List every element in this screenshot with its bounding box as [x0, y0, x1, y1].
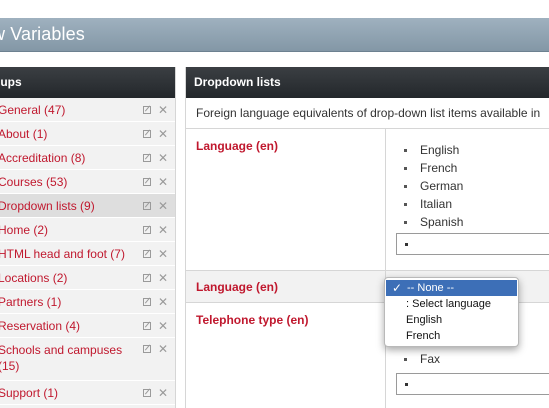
value-list: English French German Italian Spanish: [404, 141, 463, 231]
close-icon[interactable]: ✕: [158, 381, 168, 405]
panel-description: Foreign language equivalents of drop-dow…: [186, 98, 549, 129]
close-icon[interactable]: ✕: [158, 266, 168, 290]
edit-icon[interactable]: [143, 226, 151, 234]
list-item: German: [404, 177, 463, 195]
new-item-input[interactable]: [396, 233, 549, 255]
dropdown-option-label[interactable]: -- None --: [407, 282, 454, 294]
variables-panel-header: Dropdown lists: [186, 67, 549, 98]
close-icon[interactable]: ✕: [158, 290, 168, 314]
close-icon[interactable]: ✕: [158, 218, 168, 242]
groups-panel-title: oups: [0, 75, 22, 89]
group-item-schools-campuses[interactable]: Schools and campuses (15) ✕: [0, 338, 175, 381]
list-item: English: [404, 141, 463, 159]
variable-row-language: Language (en) English French German Ital…: [186, 129, 549, 271]
group-item-label[interactable]: About (1): [0, 122, 47, 146]
group-item-label[interactable]: General (47): [0, 98, 65, 122]
group-item-label[interactable]: Schools and campuses (15): [0, 342, 138, 374]
group-item-about[interactable]: About (1) ✕: [0, 122, 175, 146]
list-item: Spanish: [404, 213, 463, 231]
dropdown-option-label[interactable]: English: [406, 314, 442, 326]
group-item-label[interactable]: HTML head and foot (7): [0, 242, 125, 266]
edit-icon[interactable]: [143, 345, 151, 353]
variable-value: English French German Italian Spanish: [385, 129, 549, 270]
variable-name[interactable]: Telephone type (en): [196, 313, 308, 327]
dropdown-option-none[interactable]: ✓ -- None --: [386, 280, 517, 296]
list-item: Fax: [404, 350, 440, 368]
new-item-input[interactable]: [396, 373, 549, 395]
variables-panel: Dropdown lists Foreign language equivale…: [185, 67, 549, 408]
edit-icon[interactable]: [143, 106, 151, 114]
groups-panel: oups General (47) ✕ About (1) ✕ Accredit…: [0, 67, 176, 408]
list-item: Italian: [404, 195, 463, 213]
close-icon[interactable]: ✕: [158, 314, 168, 338]
group-item-label[interactable]: Locations (2): [0, 266, 67, 290]
top-strip: [0, 0, 549, 18]
variable-name[interactable]: Language (en): [196, 280, 278, 294]
group-item-label[interactable]: Dropdown lists (9): [0, 194, 95, 218]
group-item-html-head-foot[interactable]: HTML head and foot (7) ✕: [0, 242, 175, 266]
group-item-label[interactable]: Support (1): [0, 381, 58, 405]
group-item-general[interactable]: General (47) ✕: [0, 98, 175, 122]
dropdown-option-select-language[interactable]: : Select language: [385, 296, 518, 312]
group-item-support[interactable]: Support (1) ✕: [0, 381, 175, 405]
dropdown-option-label[interactable]: : Select language: [406, 298, 491, 310]
close-icon[interactable]: ✕: [158, 242, 168, 266]
edit-icon[interactable]: [143, 250, 151, 258]
edit-icon[interactable]: [143, 298, 151, 306]
group-item-label[interactable]: Courses (53): [0, 170, 67, 194]
variable-name[interactable]: Language (en): [196, 139, 278, 153]
group-item-accreditation[interactable]: Accreditation (8) ✕: [0, 146, 175, 170]
group-item-partners[interactable]: Partners (1) ✕: [0, 290, 175, 314]
page-title: w Variables: [0, 24, 85, 44]
group-item-label[interactable]: Partners (1): [0, 290, 61, 314]
title-bar: w Variables: [0, 18, 549, 52]
edit-icon[interactable]: [143, 202, 151, 210]
edit-icon[interactable]: [143, 322, 151, 330]
group-item-label[interactable]: Accreditation (8): [0, 146, 85, 170]
edit-icon[interactable]: [143, 389, 151, 397]
dropdown-option-english[interactable]: English: [385, 312, 518, 328]
edit-icon[interactable]: [143, 178, 151, 186]
close-icon[interactable]: ✕: [158, 146, 168, 170]
list-item: French: [404, 159, 463, 177]
edit-icon[interactable]: [143, 274, 151, 282]
group-item-home[interactable]: Home (2) ✕: [0, 218, 175, 242]
close-icon[interactable]: ✕: [158, 98, 168, 122]
close-icon[interactable]: ✕: [158, 122, 168, 146]
value-list: Fax: [404, 350, 440, 368]
close-icon[interactable]: ✕: [158, 170, 168, 194]
group-item-label[interactable]: Home (2): [0, 218, 48, 242]
group-item-dropdown-lists[interactable]: Dropdown lists (9) ✕: [0, 194, 175, 218]
close-icon[interactable]: ✕: [158, 194, 168, 218]
close-icon[interactable]: ✕: [158, 341, 168, 357]
group-item-locations[interactable]: Locations (2) ✕: [0, 266, 175, 290]
groups-panel-header: oups: [0, 67, 175, 98]
checkmark-icon: ✓: [392, 281, 403, 295]
group-item-courses[interactable]: Courses (53) ✕: [0, 170, 175, 194]
language-dropdown-menu[interactable]: ✓ -- None -- : Select language English F…: [384, 277, 519, 347]
dropdown-option-label[interactable]: French: [406, 330, 440, 342]
edit-icon[interactable]: [143, 130, 151, 138]
dropdown-option-french[interactable]: French: [385, 328, 518, 344]
group-item-reservation[interactable]: Reservation (4) ✕: [0, 314, 175, 338]
edit-icon[interactable]: [143, 154, 151, 162]
group-item-label[interactable]: Reservation (4): [0, 314, 80, 338]
